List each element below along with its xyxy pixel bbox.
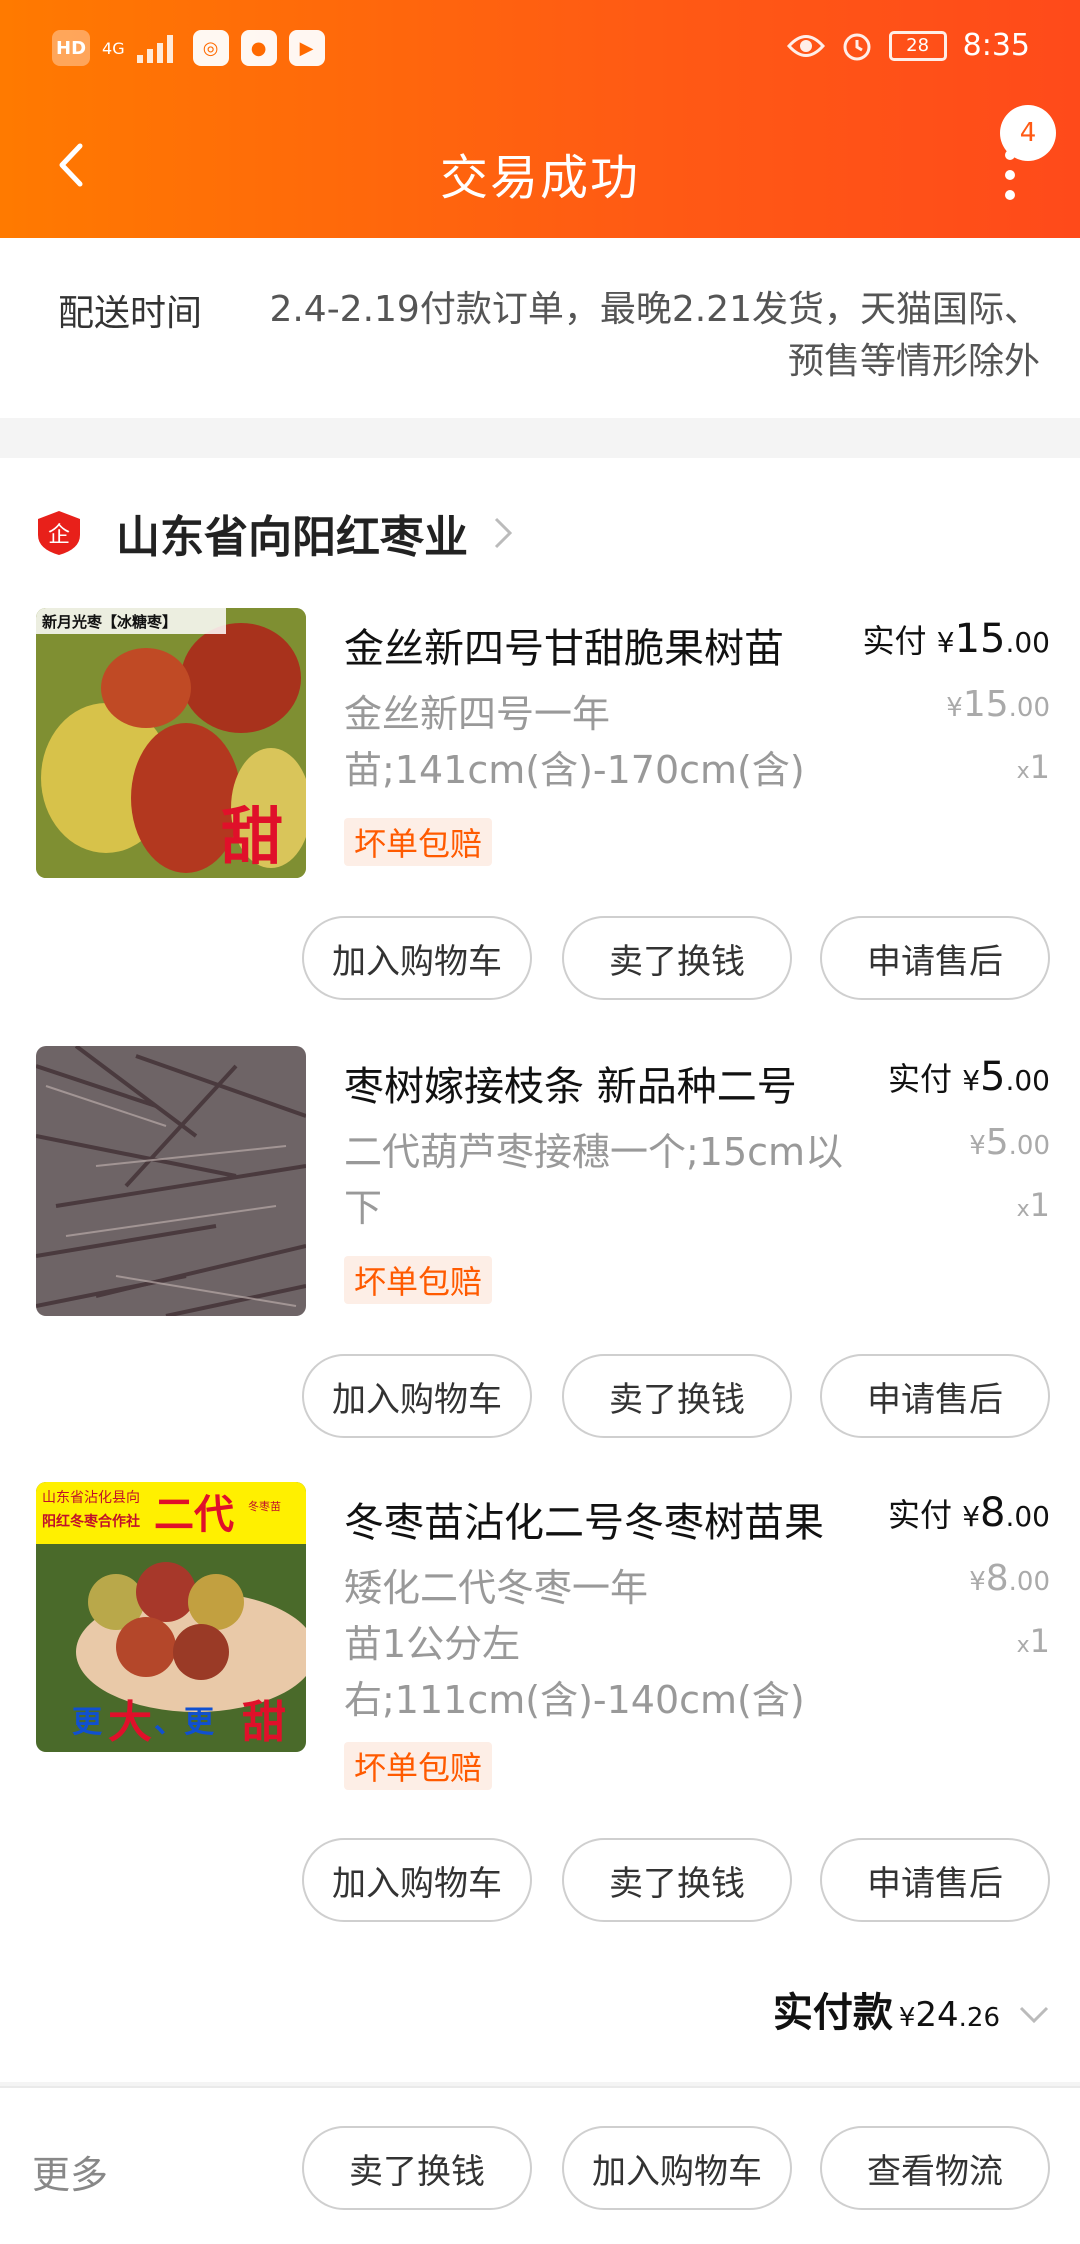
paid-price: 实付 ¥8.00: [888, 1490, 1050, 1536]
total-amount: 24: [915, 1995, 959, 2035]
add-to-cart-button[interactable]: 加入购物车: [302, 916, 532, 1000]
resell-button[interactable]: 卖了换钱: [302, 2126, 532, 2210]
clock: 8:35: [962, 28, 1030, 63]
svg-text:二代: 二代: [154, 1492, 234, 1538]
bottom-action-bar: 更多 卖了换钱 加入购物车 查看物流: [0, 2086, 1080, 2244]
after-sale-button[interactable]: 申请售后: [820, 1354, 1050, 1438]
network-type: 4G: [102, 38, 125, 58]
guarantee-tag: 坏单包赔: [344, 818, 493, 866]
status-bar: HD 4G ◎ ● ▶ 28 8:35: [0, 0, 1080, 100]
delivery-label: 配送时间: [58, 293, 203, 334]
svg-text:冬枣苗: 冬枣苗: [248, 1499, 281, 1513]
delivery-text: 2.4-2.19付款订单，最晚2.21发货，天猫国际、预售等情形除外: [269, 289, 1040, 382]
paid-price: 实付 ¥5.00: [888, 1054, 1050, 1100]
product-thumbnail[interactable]: [36, 1046, 306, 1316]
after-sale-button[interactable]: 申请售后: [820, 916, 1050, 1000]
order-item: 枣树嫁接枝条 新品种二号 二代葫芦枣接穗一个;15cm以下 坏单包赔 实付 ¥5…: [0, 1046, 1080, 1486]
quantity: x1: [1016, 1186, 1050, 1224]
guarantee-tag: 坏单包赔: [344, 1742, 493, 1790]
header: HD 4G ◎ ● ▶ 28 8:35 交易成功 4: [0, 0, 1080, 238]
original-price: ¥15.00: [946, 684, 1050, 725]
app-notification-icon: ▶: [288, 30, 325, 66]
svg-text:新月光枣【冰糖枣】: 新月光枣【冰糖枣】: [42, 613, 177, 631]
original-price: ¥8.00: [969, 1558, 1050, 1599]
order-item: 新月光枣【冰糖枣】 甜 金丝新四号甘甜脆果树苗 金丝新四号一年苗;141cm(含…: [0, 608, 1080, 1048]
paid-price: 实付 ¥15.00: [862, 616, 1050, 662]
delivery-info: 配送时间 2.4-2.19付款订单，最晚2.21发货，天猫国际、预售等情形除外: [0, 238, 1080, 418]
signal-icon: [136, 33, 181, 63]
after-sale-button[interactable]: 申请售后: [820, 1838, 1050, 1922]
svg-text:山东省沾化县向: 山东省沾化县向: [42, 1490, 140, 1506]
chevron-right-icon: [494, 517, 513, 549]
product-thumbnail[interactable]: 山东省沾化县向 阳红冬枣合作社 二代 冬枣苗 更 大 、更 甜: [36, 1482, 306, 1752]
svg-text:企: 企: [48, 523, 70, 548]
hd-indicator: HD: [52, 30, 91, 66]
quantity: x1: [1016, 1622, 1050, 1660]
svg-text:甜: 甜: [221, 800, 283, 873]
resell-button[interactable]: 卖了换钱: [562, 916, 792, 1000]
product-title[interactable]: 金丝新四号甘甜脆果树苗: [344, 616, 784, 674]
notification-badge[interactable]: 4: [1000, 105, 1056, 161]
battery-icon: 28: [888, 30, 947, 61]
order-total[interactable]: 实付款 ¥ 24 .26: [773, 1980, 1050, 2038]
product-spec: 二代葫芦枣接穗一个;15cm以下: [344, 1130, 844, 1230]
shop-logo-icon: 企: [38, 511, 80, 555]
svg-text:大: 大: [108, 1697, 152, 1748]
order-card: 企 山东省向阳红枣业 新月光枣【冰糖枣】 甜 金丝新四号甘甜脆果树苗 金丝新四号…: [0, 458, 1080, 2082]
svg-text:更: 更: [72, 1705, 103, 1740]
alarm-icon: [843, 33, 871, 60]
total-label: 实付款: [772, 1990, 893, 2036]
add-to-cart-button[interactable]: 加入购物车: [562, 2126, 792, 2210]
resell-button[interactable]: 卖了换钱: [562, 1838, 792, 1922]
svg-text:、更: 、更: [154, 1705, 215, 1740]
product-spec: 矮化二代冬枣一年苗1公分左右;111cm(含)-140cm(含): [344, 1566, 805, 1722]
original-price: ¥5.00: [969, 1122, 1050, 1163]
product-spec: 金丝新四号一年苗;141cm(含)-170cm(含): [344, 692, 805, 792]
add-to-cart-button[interactable]: 加入购物车: [302, 1838, 532, 1922]
product-title[interactable]: 枣树嫁接枝条 新品种二号: [344, 1054, 797, 1112]
shop-header[interactable]: 企 山东省向阳红枣业: [36, 498, 514, 568]
view-logistics-button[interactable]: 查看物流: [820, 2126, 1050, 2210]
eye-icon: [786, 34, 825, 57]
app-notification-icon: ◎: [192, 30, 229, 66]
svg-text:阳红冬枣合作社: 阳红冬枣合作社: [42, 1513, 140, 1530]
app-notification-icon: ●: [240, 30, 277, 66]
quantity: x1: [1016, 748, 1050, 786]
more-link[interactable]: 更多: [32, 2144, 108, 2199]
order-item: 山东省沾化县向 阳红冬枣合作社 二代 冬枣苗 更 大 、更 甜 冬枣苗沾化二号冬…: [0, 1482, 1080, 1962]
product-thumbnail[interactable]: 新月光枣【冰糖枣】 甜: [36, 608, 306, 878]
product-title[interactable]: 冬枣苗沾化二号冬枣树苗果: [344, 1490, 824, 1548]
shop-name[interactable]: 山东省向阳红枣业: [116, 501, 468, 565]
page-title: 交易成功: [439, 150, 640, 206]
svg-text:甜: 甜: [242, 1697, 286, 1748]
resell-button[interactable]: 卖了换钱: [562, 1354, 792, 1438]
add-to-cart-button[interactable]: 加入购物车: [302, 1354, 532, 1438]
guarantee-tag: 坏单包赔: [344, 1256, 493, 1304]
chevron-down-icon: [1019, 2006, 1049, 2024]
